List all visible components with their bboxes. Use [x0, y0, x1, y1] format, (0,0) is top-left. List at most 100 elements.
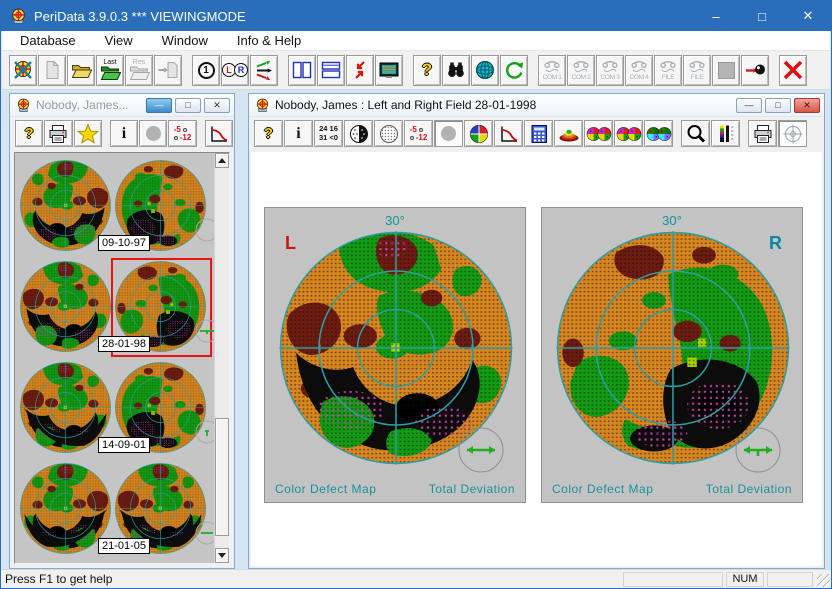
blank-button[interactable]	[712, 55, 740, 86]
toolbar-separator	[279, 51, 288, 89]
open-folder-icon	[70, 59, 92, 81]
search-button[interactable]	[442, 55, 470, 86]
print-button[interactable]	[44, 120, 72, 147]
tile-horizontal-button[interactable]	[317, 55, 345, 86]
file-label: FILE	[691, 74, 704, 81]
com1-button[interactable]: COM 1	[538, 55, 566, 86]
scroll-up-button[interactable]	[215, 153, 229, 168]
phone-icon	[658, 60, 678, 74]
left-right-icon: L R	[222, 63, 248, 77]
open-database-button[interactable]	[67, 55, 95, 86]
left-right-field-button[interactable]: L R	[221, 55, 249, 86]
compare-series-button-2[interactable]	[614, 120, 643, 147]
field-view-window: Nobody, James : Left and Right Field 28-…	[248, 93, 825, 569]
bebie-curve-button[interactable]	[205, 120, 233, 147]
child-maximize-button[interactable]: □	[765, 98, 791, 113]
grayscale-map-button[interactable]	[344, 120, 373, 147]
color-map-button[interactable]	[464, 120, 493, 147]
maximize-button[interactable]: □	[739, 1, 785, 31]
zoom-button[interactable]	[681, 120, 710, 147]
open-last-button[interactable]: Last	[96, 55, 124, 86]
resize-grip[interactable]	[817, 574, 830, 587]
binoculars-icon	[445, 59, 467, 81]
bebie-curve-button[interactable]	[494, 120, 523, 147]
compare-series-button-3[interactable]	[644, 120, 673, 147]
help-button[interactable]: ?	[413, 55, 441, 86]
defect-values-button[interactable]: -5 -12	[168, 120, 196, 147]
import-exam-button[interactable]	[154, 55, 182, 86]
tile-vertical-button[interactable]	[288, 55, 316, 86]
child-restore-button[interactable]: □	[175, 98, 201, 113]
web-button[interactable]	[471, 55, 499, 86]
help-button[interactable]: ?	[15, 120, 43, 147]
fixation-indicator-icon	[732, 424, 784, 476]
defect-values-button[interactable]: -5 -12	[404, 120, 433, 147]
exchange-fields-button[interactable]	[250, 55, 278, 86]
exit-button[interactable]	[779, 55, 807, 86]
file-import-button[interactable]: FILE	[683, 55, 711, 86]
favorites-button[interactable]	[74, 120, 102, 147]
scroll-down-button[interactable]	[215, 548, 229, 563]
single-field-button[interactable]: 1	[192, 55, 220, 86]
help-button[interactable]: ?	[254, 120, 283, 147]
child-close-button[interactable]: ✕	[794, 98, 820, 113]
send-button[interactable]	[741, 55, 769, 86]
com4-button[interactable]: COM 4	[625, 55, 653, 86]
exam-row[interactable]: 09-10-97	[18, 159, 218, 260]
map-type-label: Color Defect Map	[275, 482, 376, 496]
file-export-button[interactable]: FILE	[654, 55, 682, 86]
menu-info-help[interactable]: Info & Help	[227, 33, 311, 48]
info-button[interactable]: i	[284, 120, 313, 147]
exam-list-title: Nobody, James...	[36, 98, 128, 112]
minimize-button[interactable]: –	[693, 1, 739, 31]
toolbar-separator	[770, 51, 779, 89]
com3-label: COM 3	[600, 74, 619, 81]
child-minimize-button[interactable]: —	[736, 98, 762, 113]
degree-label: 30°	[265, 213, 525, 228]
open-result-button[interactable]: Res	[125, 55, 153, 86]
hill-of-vision-icon	[558, 123, 580, 145]
status-pane	[623, 572, 723, 587]
scrollbar-thumb[interactable]	[215, 418, 229, 536]
status-bar: Press F1 to get help NUM	[1, 569, 831, 588]
gray-map-button[interactable]	[139, 120, 167, 147]
refresh-button[interactable]	[500, 55, 528, 86]
print-button[interactable]	[748, 120, 777, 147]
exam-row[interactable]: 14-09-01	[18, 361, 218, 462]
num-lock-indicator: NUM	[726, 572, 764, 587]
exam-list-title-bar: Nobody, James... — □ ✕	[10, 94, 234, 117]
full-screen-button[interactable]	[375, 55, 403, 86]
hill-of-vision-button[interactable]	[554, 120, 583, 147]
exit-database-icon	[12, 59, 34, 81]
tile-vertical-icon	[291, 59, 313, 81]
com3-button[interactable]: COM 3	[596, 55, 624, 86]
com2-button[interactable]: COM 2	[567, 55, 595, 86]
child-close-button[interactable]: ✕	[204, 98, 230, 113]
exam-row[interactable]: 21-01-05	[18, 462, 218, 563]
window-title: PeriData 3.9.0.3 *** VIEWINGMODE	[34, 9, 246, 24]
menu-database[interactable]: Database	[10, 33, 86, 48]
arrange-windows-button[interactable]	[346, 55, 374, 86]
compare-series-button-1[interactable]	[584, 120, 613, 147]
degree-label: 30°	[542, 213, 802, 228]
exit-database-button[interactable]	[9, 55, 37, 86]
statistics-button[interactable]	[524, 120, 553, 147]
dotted-map-button[interactable]	[374, 120, 403, 147]
list-scrollbar[interactable]	[214, 153, 229, 563]
import-document-icon	[157, 59, 179, 81]
toolbar-separator	[674, 117, 681, 150]
values-table-button[interactable]: 24 16 31 <0	[314, 120, 343, 147]
menu-view[interactable]: View	[95, 33, 143, 48]
file-label: FILE	[662, 74, 675, 81]
info-button[interactable]: i	[110, 120, 138, 147]
fixation-button[interactable]	[778, 120, 807, 147]
exam-row-selected[interactable]: 28-01-98	[18, 260, 218, 361]
color-scale-button[interactable]	[711, 120, 740, 147]
close-button[interactable]: ✕	[785, 1, 831, 31]
gray-map-button[interactable]	[434, 120, 463, 147]
help-icon: ?	[422, 61, 432, 79]
menu-window[interactable]: Window	[152, 33, 218, 48]
map-type-label: Color Defect Map	[552, 482, 653, 496]
new-exam-button[interactable]	[38, 55, 66, 86]
child-minimize-button[interactable]: —	[146, 98, 172, 113]
